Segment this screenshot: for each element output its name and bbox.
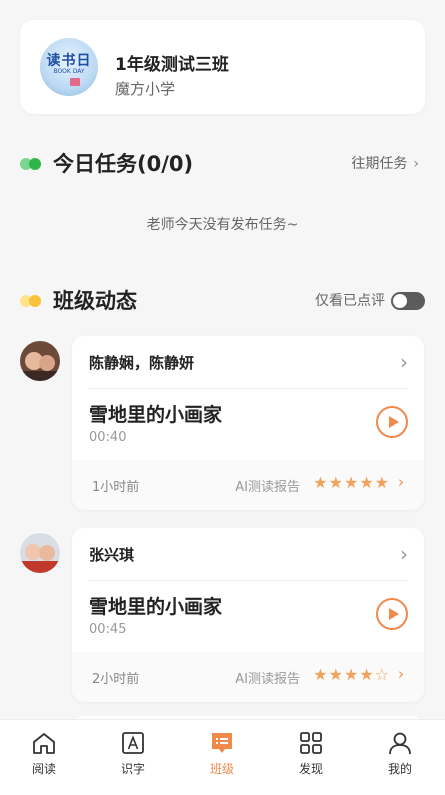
avatar-photo-icon [20,533,60,573]
play-button[interactable] [376,598,408,630]
section-dots-icon [20,295,42,307]
class-feed-header: 班级动态 仅看已点评 [20,286,425,316]
chevron-right-icon[interactable]: › [400,542,408,566]
letter-a-icon [122,732,144,754]
star-filled-icon: ★ [359,665,375,684]
bottom-tab-bar: 阅读 识字 班级 发现 我的 [0,719,445,795]
star-filled-icon: ★ [328,473,344,492]
star-filled-icon: ★ [343,473,360,492]
logo-text-cn: 读书日 [46,53,92,69]
star-filled-icon: ★ [343,665,360,684]
tab-label: 班级 [209,762,234,776]
work-duration: 00:45 [89,622,127,637]
class-chat-icon [212,733,232,753]
post-card[interactable]: 张兴琪 › 雪地里的小画家 00:45 2小时前 AI测读报告 ★★★★☆ › [72,528,424,702]
avatar[interactable] [20,533,60,573]
book-icon [70,78,80,86]
star-filled-icon: ★ [313,473,329,492]
tab-profile[interactable]: 我的 [365,730,435,777]
school-name: 魔方小学 [115,80,176,98]
class-feed-title: 班级动态 [53,289,137,313]
class-name: 1年级测试三班 [115,55,229,75]
person-icon [389,732,411,755]
tab-class[interactable]: 班级 [187,730,257,777]
star-empty-icon: ☆ [374,665,390,684]
chevron-right-icon: › [413,156,419,172]
avatar[interactable] [20,341,60,381]
work-title: 雪地里的小画家 [89,404,223,426]
play-button[interactable] [376,406,408,438]
star-filled-icon: ★ [374,473,390,492]
star-filled-icon: ★ [313,665,329,684]
post-time: 2小时前 [92,672,140,687]
section-dots-icon [20,158,42,170]
empty-tasks-text: 老师今天没有发布任务~ [146,217,299,233]
dot-dark [29,295,41,307]
today-tasks-header: 今日任务(0/0) 往期任务 › [20,149,425,179]
tab-label: 阅读 [31,762,56,776]
tab-label: 我的 [387,762,412,776]
rating-stars: ★★★★☆ [313,665,390,684]
history-tasks-link[interactable]: 往期任务 › [351,149,419,179]
rating-stars: ★★★★★ [313,473,390,492]
tab-characters[interactable]: 识字 [98,730,168,777]
star-filled-icon: ★ [328,665,344,684]
ai-report-label: AI测读报告 [235,672,300,687]
post-footer[interactable]: 2小时前 AI测读报告 ★★★★☆ › [72,652,424,702]
dot-dark [29,158,41,170]
history-tasks-label: 往期任务 [351,156,408,172]
class-logo: 读书日 BOOK DAY [40,38,98,96]
tab-reading[interactable]: 阅读 [9,730,79,777]
avatar-photo-icon [20,341,60,381]
divider [89,388,407,389]
student-names: 张兴琪 [89,546,135,564]
work-duration: 00:40 [89,430,127,445]
chevron-right-icon: › [398,665,404,683]
chevron-right-icon[interactable]: › [400,350,408,374]
post-footer[interactable]: 1小时前 AI测读报告 ★★★★★ › [72,460,424,510]
star-filled-icon: ★ [359,473,375,492]
ai-report-label: AI测读报告 [235,480,300,495]
divider [89,580,407,581]
reviewed-filter-label: 仅看已点评 [315,293,385,309]
chevron-right-icon: › [398,473,404,491]
post-time: 1小时前 [92,480,140,495]
student-names: 陈静娴，陈静妍 [89,354,195,372]
logo-text-en: BOOK DAY [53,68,85,75]
reviewed-filter-toggle[interactable] [391,292,425,310]
tab-discover[interactable]: 发现 [276,730,346,777]
post-card[interactable]: 陈静娴，陈静妍 › 雪地里的小画家 00:40 1小时前 AI测读报告 ★★★★… [72,336,424,510]
grid-icon [300,732,322,754]
work-title: 雪地里的小画家 [89,596,223,618]
tab-label: 发现 [298,762,323,776]
tab-label: 识字 [120,762,145,776]
class-card[interactable]: 读书日 BOOK DAY 1年级测试三班 魔方小学 [20,20,425,114]
home-icon [33,733,55,754]
today-tasks-title: 今日任务(0/0) [53,152,194,176]
